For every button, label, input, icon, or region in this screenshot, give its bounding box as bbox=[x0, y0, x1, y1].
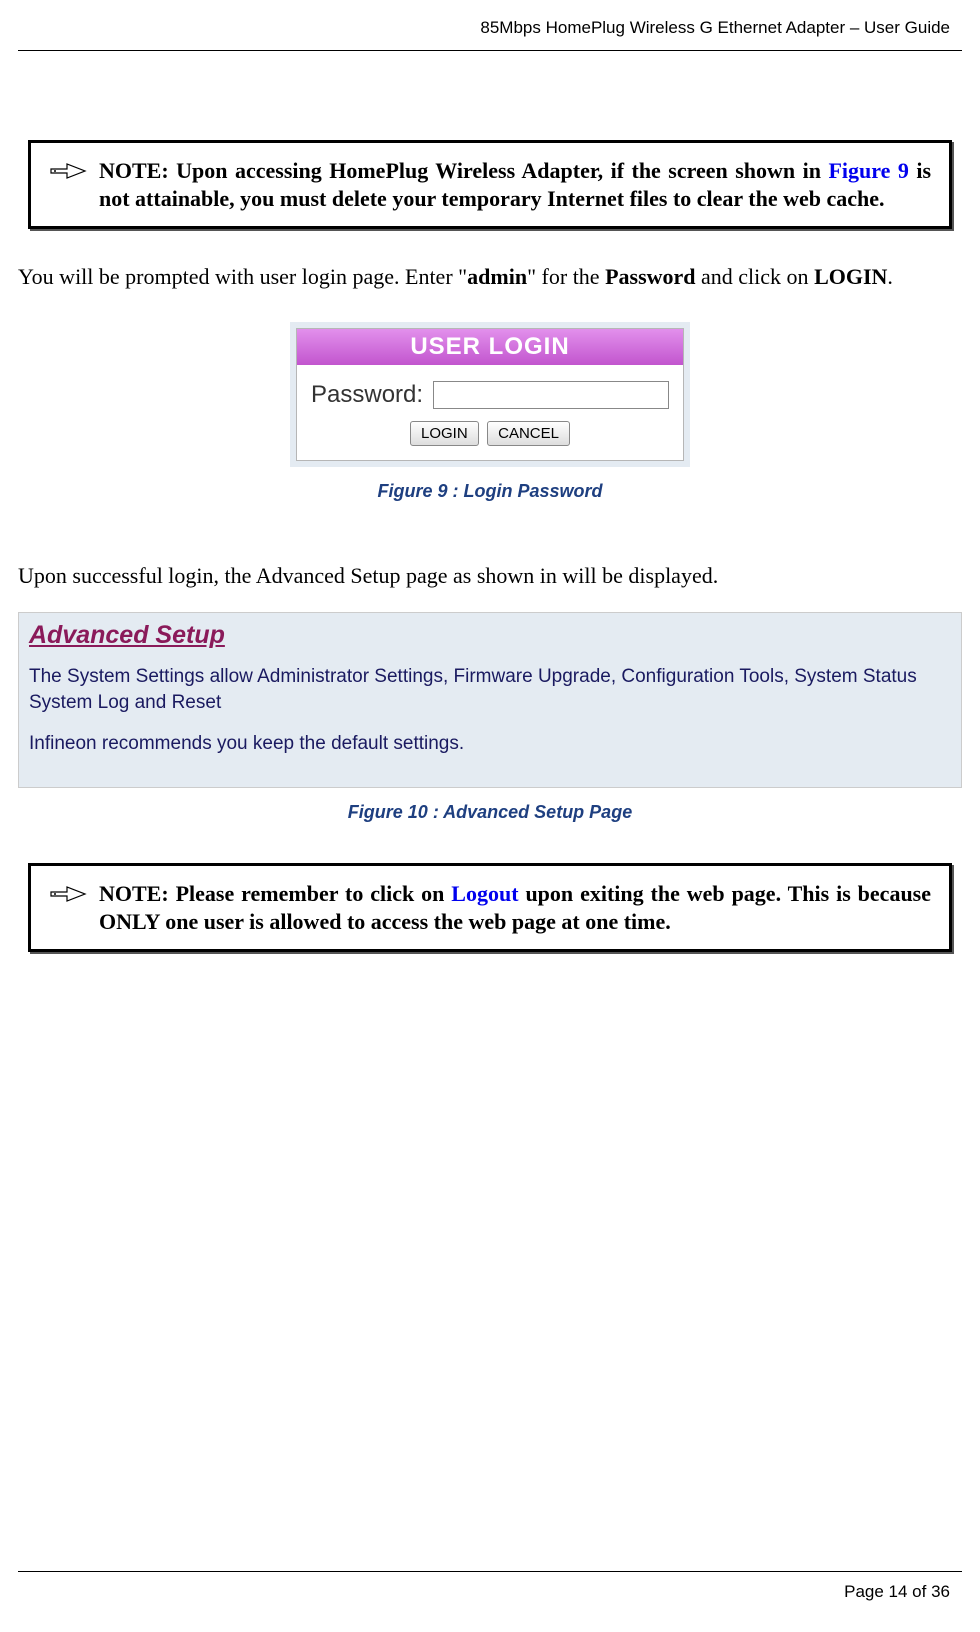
login-screenshot: USER LOGIN Password: LOGIN CANCEL bbox=[290, 322, 690, 467]
p1-login: LOGIN bbox=[814, 264, 887, 289]
login-panel: USER LOGIN Password: LOGIN CANCEL bbox=[296, 328, 684, 461]
note-label: NOTE: bbox=[99, 158, 169, 183]
note-box-2: NOTE: Please remember to click on Logout… bbox=[28, 863, 952, 952]
p1-c: and click on bbox=[696, 264, 815, 289]
p1-pw: Password bbox=[605, 264, 695, 289]
note-box-1: NOTE: Upon accessing HomePlug Wireless A… bbox=[28, 140, 952, 229]
note-text: NOTE: Please remember to click on Logout… bbox=[99, 880, 931, 935]
advsetup-p1: The System Settings allow Administrator … bbox=[29, 664, 951, 715]
page-number: Page 14 of 36 bbox=[844, 1582, 950, 1602]
footer-rule bbox=[18, 1571, 962, 1572]
login-button[interactable]: LOGIN bbox=[410, 421, 479, 446]
paragraph-login-instructions: You will be prompted with user login pag… bbox=[18, 263, 962, 292]
header-rule bbox=[18, 50, 962, 51]
figure-9-link[interactable]: Figure 9 bbox=[828, 158, 908, 183]
logout-link[interactable]: Logout bbox=[451, 881, 518, 906]
advanced-setup-screenshot: Advanced Setup The System Settings allow… bbox=[18, 612, 962, 788]
note-text-a: Upon accessing HomePlug Wireless Adapter… bbox=[176, 158, 828, 183]
advanced-setup-body: The System Settings allow Administrator … bbox=[29, 664, 951, 757]
password-label: Password: bbox=[311, 381, 423, 409]
cancel-button[interactable]: CANCEL bbox=[487, 421, 570, 446]
p1-b: " for the bbox=[527, 264, 605, 289]
p1-d: . bbox=[887, 264, 893, 289]
p1-a: You will be prompted with user login pag… bbox=[18, 264, 467, 289]
pointing-hand-icon bbox=[49, 159, 89, 188]
note-text: NOTE: Upon accessing HomePlug Wireless A… bbox=[99, 157, 931, 212]
advanced-setup-title: Advanced Setup bbox=[29, 621, 951, 650]
advsetup-p2: Infineon recommends you keep the default… bbox=[29, 731, 951, 757]
figure-9-caption: Figure 9 : Login Password bbox=[18, 481, 962, 502]
n2-a: Please remember to click on bbox=[169, 881, 452, 906]
note-label: NOTE: bbox=[99, 881, 169, 906]
p1-admin: admin bbox=[467, 264, 527, 289]
pointing-hand-icon bbox=[49, 882, 89, 911]
password-input[interactable] bbox=[433, 381, 669, 409]
login-title: USER LOGIN bbox=[297, 329, 683, 365]
doc-header: 85Mbps HomePlug Wireless G Ethernet Adap… bbox=[480, 18, 950, 38]
page-content: NOTE: Upon accessing HomePlug Wireless A… bbox=[18, 60, 962, 952]
figure-10-caption: Figure 10 : Advanced Setup Page bbox=[18, 802, 962, 823]
paragraph-advanced-setup: Upon successful login, the Advanced Setu… bbox=[18, 562, 962, 591]
